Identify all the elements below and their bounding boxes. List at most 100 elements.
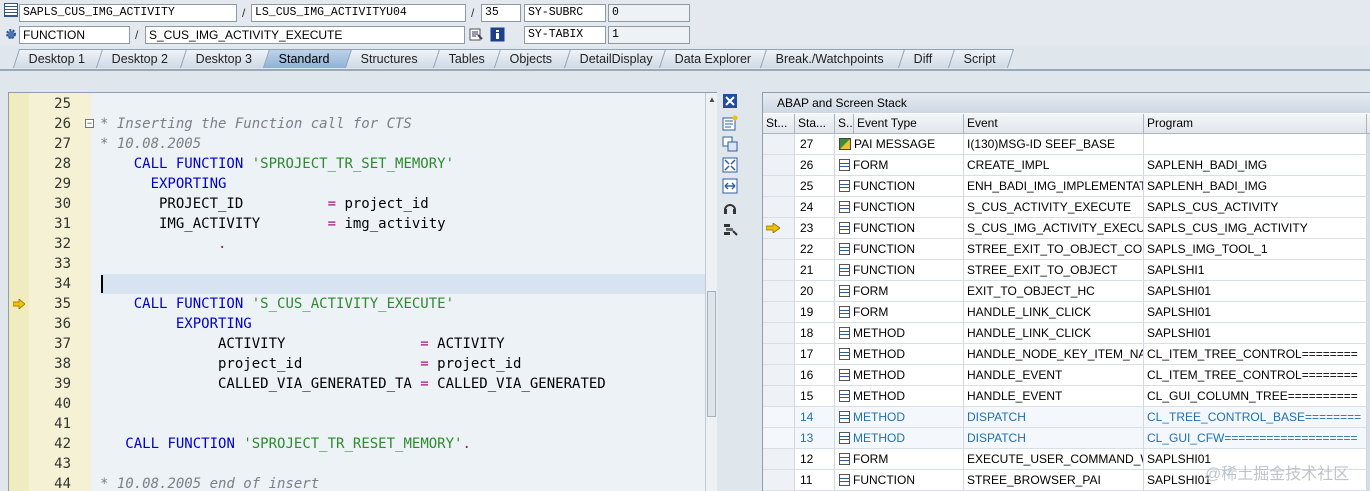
replace-tool-icon[interactable] [722,136,738,152]
stack-status-cell [763,176,795,197]
include-field[interactable]: LS_CUS_IMG_ACTIVITYU04 [251,4,466,22]
tab-standard[interactable]: Standard [262,49,354,68]
source-code-icon [839,306,850,318]
code-line[interactable]: 28 CALL FUNCTION 'SPROJECT_TR_SET_MEMORY… [9,154,709,174]
code-line[interactable]: 35 CALL FUNCTION 'S_CUS_ACTIVITY_EXECUTE… [9,294,709,314]
event-type-text: FUNCTION [853,200,915,214]
event-type-text: METHOD [853,368,905,382]
tab-script[interactable]: Script [947,49,1015,68]
code-line[interactable]: 32 . [9,234,709,254]
column-header-event[interactable]: Event [964,114,1144,134]
code-text: * 10.08.2005 [100,136,202,152]
program-cell: SAPLSHI01 [1144,302,1367,323]
stack-row[interactable]: 15 METHOD HANDLE_EVENT CL_GUI_COLUMN_TREE==… [763,386,1370,407]
scrollbar-thumb[interactable] [707,291,716,417]
stack-row[interactable]: 26 FORM CREATE_IMPL SAPLENH_BADI_IMG [763,155,1370,176]
line-number-field[interactable]: 35 [481,4,521,22]
column-header-s[interactable]: S... [835,114,854,134]
watermark: @稀土掘金技术社区 [1205,466,1350,483]
code-line[interactable]: 27 * 10.08.2005 [9,134,709,154]
code-line[interactable]: 33 [9,254,709,274]
stack-row[interactable]: 23 FUNCTION S_CUS_IMG_ACTIVITY_EXECU... SAP… [763,218,1370,239]
stack-row[interactable]: 20 FORM EXIT_TO_OBJECT_HC SAPLSHI01 [763,281,1370,302]
stack-row[interactable]: 19 FORM HANDLE_LINK_CLICK SAPLSHI01 [763,302,1370,323]
tab-tables[interactable]: Tables [432,49,504,68]
new-tool-icon[interactable] [722,115,738,131]
event-cell: STREE_BROWSER_PAI [964,470,1144,491]
stack-row[interactable]: 22 FUNCTION STREE_EXIT_TO_OBJECT_COBJ SAPLS… [763,239,1370,260]
swap-icon[interactable] [722,178,738,194]
maximize-icon[interactable] [722,157,738,173]
services-icon[interactable] [722,200,738,216]
tab-desktop-1[interactable]: Desktop 1 [12,49,106,68]
code-line[interactable]: 31 IMG_ACTIVITY = img_activity [9,214,709,234]
stack-row[interactable]: 17 METHOD HANDLE_NODE_KEY_ITEM_NA... CL_ITE… [763,344,1370,365]
line-number: 41 [54,416,71,432]
code-line[interactable]: 30 PROJECT_ID = project_id [9,194,709,214]
code-line[interactable]: 36 EXPORTING [9,314,709,334]
stack-row[interactable]: 16 METHOD HANDLE_EVENT CL_ITEM_TREE_CONTROL… [763,365,1370,386]
stack-status-cell [763,302,795,323]
info-icon[interactable] [490,27,505,42]
stack-row[interactable]: 25 FUNCTION ENH_BADI_IMG_IMPLEMENTAT... SAP… [763,176,1370,197]
variable-value-field-1[interactable]: 0 [608,4,690,22]
event-type-cell: FORM [835,155,964,176]
stack-level-cell: 15 [795,386,835,407]
stack-row[interactable]: 27 PAI MESSAGE I(130)MSG-ID SEEF_BASE [763,134,1370,155]
event-type-field[interactable]: FUNCTION [19,26,130,44]
code-line[interactable]: 44 * 10.08.2005 end of insert [9,474,709,491]
program-cell: SAPLS_CUS_ACTIVITY [1144,197,1367,218]
code-line[interactable]: 34 [9,274,709,294]
code-line[interactable]: 39 CALLED_VIA_GENERATED_TA = CALLED_VIA_… [9,374,709,394]
variable-name-field-2[interactable]: SY-TABIX [524,26,606,44]
fold-toggle[interactable]: − [85,119,94,128]
event-name-field[interactable]: S_CUS_IMG_ACTIVITY_EXECUTE [145,26,465,44]
source-code-icon [839,453,850,465]
tab-data-explorer[interactable]: Data Explorer [658,49,769,68]
source-code-icon [839,159,850,171]
event-type-cell: FUNCTION [835,197,964,218]
code-line[interactable]: 37 ACTIVITY = ACTIVITY [9,334,709,354]
tab-diff[interactable]: Diff [897,49,957,68]
stack-row[interactable]: 24 FUNCTION S_CUS_ACTIVITY_EXECUTE SAPLS_CU… [763,197,1370,218]
column-header-event-type[interactable]: Event Type [854,114,964,134]
code-line[interactable]: 29 EXPORTING [9,174,709,194]
scroll-up-icon[interactable]: ▲ [707,95,717,105]
stack-row[interactable]: 21 FUNCTION STREE_EXIT_TO_OBJECT SAPLSHI1 [763,260,1370,281]
stack-row[interactable]: 14 METHOD DISPATCH CL_TREE_CONTROL_BASE====… [763,407,1370,428]
code-line[interactable]: 26 * Inserting the Function call for CTS [9,114,709,134]
column-header-program[interactable]: Program [1144,114,1367,134]
code-line[interactable]: 43 [9,454,709,474]
program-field[interactable]: SAPLS_CUS_IMG_ACTIVITY [19,4,237,22]
event-type-text: FUNCTION [853,473,915,487]
code-line[interactable]: 40 [9,394,709,414]
source-code-icon [839,285,850,297]
code-line[interactable]: 38 project_id = project_id [9,354,709,374]
stack-row[interactable]: 13 METHOD DISPATCH CL_GUI_CFW==============… [763,428,1370,449]
event-type-cell: FUNCTION [835,218,964,239]
display-source-icon[interactable] [469,27,483,41]
source-code-editor[interactable]: 25 26 * Inserting the Function call for CT… [8,92,717,491]
stack-row[interactable]: 18 METHOD HANDLE_LINK_CLICK SAPLSHI01 [763,323,1370,344]
tab-structures[interactable]: Structures [344,49,442,68]
tab-desktop-2[interactable]: Desktop 2 [95,49,189,68]
close-icon[interactable] [722,93,738,109]
code-line[interactable]: 25 [9,94,709,114]
tab-objects[interactable]: Objects [493,49,573,68]
column-header-status[interactable]: St... [763,114,795,134]
code-line[interactable]: 41 [9,414,709,434]
tab-break-watchpoints[interactable]: Break./Watchpoints [759,49,907,68]
source-code-icon [839,348,850,360]
variable-value-field-2[interactable]: 1 [608,26,690,44]
tab-desktop-3[interactable]: Desktop 3 [179,49,273,68]
code-line[interactable]: 42 CALL FUNCTION 'SPROJECT_TR_RESET_MEMO… [9,434,709,454]
variable-name-field-1[interactable]: SY-SUBRC [524,4,606,22]
tab-detail-display[interactable]: DetailDisplay [563,49,668,68]
settings-tool-icon[interactable] [722,222,738,238]
editor-vertical-scrollbar[interactable]: ▲ [705,93,717,491]
event-cell: HANDLE_NODE_KEY_ITEM_NA... [964,344,1144,365]
column-header-stack-level[interactable]: Sta... [795,114,835,134]
line-number: 39 [54,376,71,392]
event-cell: EXIT_TO_OBJECT_HC [964,281,1144,302]
source-code-icon [839,369,850,381]
